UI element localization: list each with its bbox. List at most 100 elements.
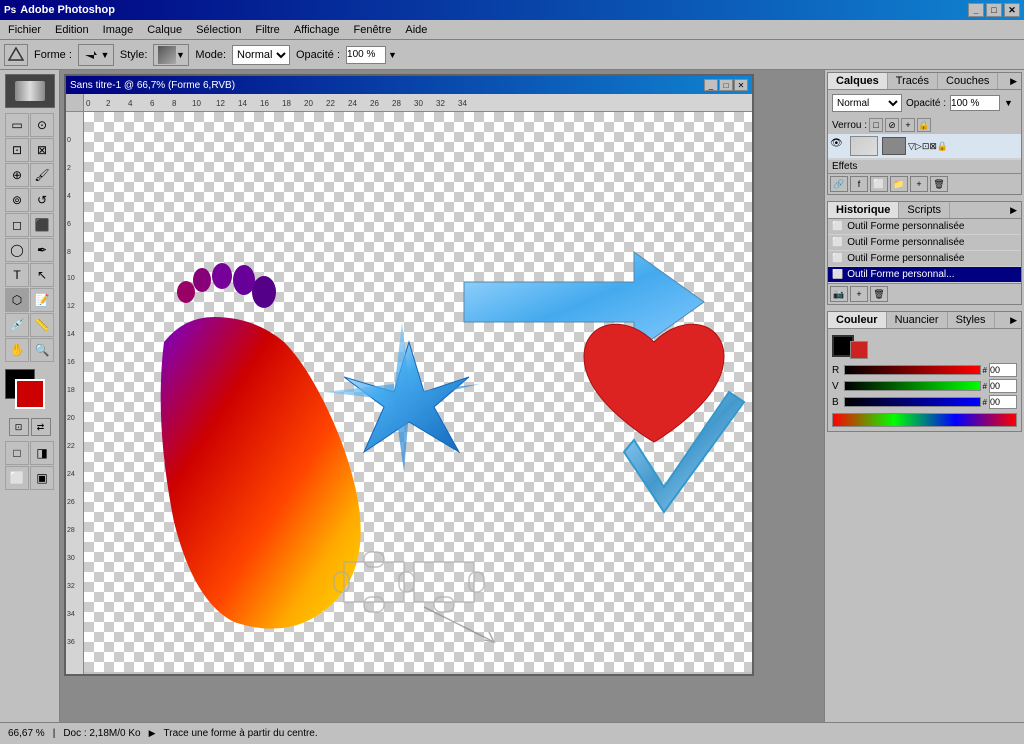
layer-item-0[interactable]: 👁 ▽▷⊡⊠🔒 bbox=[828, 134, 1021, 159]
layer-opacity-input[interactable] bbox=[950, 95, 1000, 111]
history-panel-arrow[interactable]: ▶ bbox=[1006, 205, 1021, 216]
tool-quickmask[interactable]: ◨ bbox=[30, 441, 54, 465]
minimize-button[interactable]: _ bbox=[968, 3, 984, 17]
maximize-button[interactable]: □ bbox=[986, 3, 1002, 17]
menu-aide[interactable]: Aide bbox=[399, 22, 433, 38]
tool-eyedropper[interactable]: 💉 bbox=[5, 313, 29, 337]
tool-fullscreen[interactable]: ▣ bbox=[30, 466, 54, 490]
history-item-0[interactable]: ⬜ Outil Forme personnalisée bbox=[828, 219, 1021, 235]
opacity-arrow[interactable]: ▼ bbox=[1004, 98, 1013, 108]
tool-history-brush[interactable]: ↺ bbox=[30, 188, 54, 212]
history-item-3[interactable]: ⬜ Outil Forme personnal... bbox=[828, 267, 1021, 283]
status-arrow[interactable]: ▶ bbox=[149, 728, 156, 739]
history-new-btn[interactable]: + bbox=[850, 286, 868, 302]
tool-standard-mode[interactable]: □ bbox=[5, 441, 29, 465]
tool-pen[interactable]: ✒ bbox=[30, 238, 54, 262]
mode-select[interactable]: Normal bbox=[232, 45, 290, 65]
tab-nuancier[interactable]: Nuancier bbox=[887, 312, 948, 328]
menu-affichage[interactable]: Affichage bbox=[288, 22, 346, 38]
ruler-vertical: 0 2 4 6 8 10 12 14 16 18 20 22 24 26 bbox=[66, 112, 84, 674]
layer-new-btn[interactable]: + bbox=[910, 176, 928, 192]
history-delete-btn[interactable]: 🗑 bbox=[870, 286, 888, 302]
layer-mask-btn[interactable]: ⬜ bbox=[870, 176, 888, 192]
tool-shape[interactable]: ⬡ bbox=[5, 288, 29, 312]
tab-traces[interactable]: Tracés bbox=[888, 73, 938, 89]
r-value-input[interactable]: 00 bbox=[989, 363, 1017, 377]
tool-hand[interactable]: ✋ bbox=[5, 338, 29, 362]
forme-picker[interactable]: ▼ bbox=[78, 44, 114, 66]
menu-selection[interactable]: Sélection bbox=[190, 22, 247, 38]
default-colors-btn[interactable]: ⊡ bbox=[9, 418, 29, 436]
layer-fx-btn[interactable]: f bbox=[850, 176, 868, 192]
tab-calques[interactable]: Calques bbox=[828, 73, 888, 89]
eye-icon-0[interactable]: 👁 bbox=[830, 138, 846, 154]
layer-link-btn[interactable]: 🔗 bbox=[830, 176, 848, 192]
tab-couleur[interactable]: Couleur bbox=[828, 312, 887, 328]
menu-fenetre[interactable]: Fenêtre bbox=[347, 22, 397, 38]
canvas-area[interactable]: Sans titre-1 @ 66,7% (Forme 6,RVB) _ □ ✕… bbox=[60, 70, 824, 722]
r-slider-track bbox=[844, 365, 981, 375]
layer-group-btn[interactable]: 📁 bbox=[890, 176, 908, 192]
doc-close[interactable]: ✕ bbox=[734, 79, 748, 91]
doc-maximize[interactable]: □ bbox=[719, 79, 733, 91]
history-item-2[interactable]: ⬜ Outil Forme personnalisée bbox=[828, 251, 1021, 267]
svg-text:30: 30 bbox=[67, 555, 75, 562]
opacite-input[interactable] bbox=[346, 46, 386, 64]
menu-fichier[interactable]: Fichier bbox=[2, 22, 47, 38]
tab-couches[interactable]: Couches bbox=[938, 73, 998, 89]
layer-thumb-0 bbox=[850, 136, 878, 156]
svg-text:32: 32 bbox=[67, 583, 75, 590]
forme-label: Forme : bbox=[34, 49, 72, 61]
menu-calque[interactable]: Calque bbox=[141, 22, 188, 38]
color-panel-arrow[interactable]: ▶ bbox=[1006, 315, 1021, 326]
tool-crop[interactable]: ⊡ bbox=[5, 138, 29, 162]
g-label: V bbox=[832, 381, 842, 392]
menu-edition[interactable]: Edition bbox=[49, 22, 95, 38]
style-picker[interactable]: ▼ bbox=[153, 44, 189, 66]
tab-historique[interactable]: Historique bbox=[828, 202, 899, 218]
tool-measure[interactable]: 📏 bbox=[30, 313, 54, 337]
tool-zoom[interactable]: 🔍 bbox=[30, 338, 54, 362]
tool-gradient[interactable]: ⬛ bbox=[30, 213, 54, 237]
history-snapshot-btn[interactable]: 📷 bbox=[830, 286, 848, 302]
menu-filtre[interactable]: Filtre bbox=[249, 22, 285, 38]
tool-clone[interactable]: ⊚ bbox=[5, 188, 29, 212]
lock-transparent[interactable]: □ bbox=[869, 118, 883, 132]
lock-position[interactable]: + bbox=[901, 118, 915, 132]
tab-scripts[interactable]: Scripts bbox=[899, 202, 950, 218]
tool-lasso[interactable]: ⊙ bbox=[30, 113, 54, 137]
lock-image[interactable]: ⊘ bbox=[885, 118, 899, 132]
tab-styles[interactable]: Styles bbox=[948, 312, 995, 328]
g-value-input[interactable]: 00 bbox=[989, 379, 1017, 393]
menu-image[interactable]: Image bbox=[97, 22, 140, 38]
close-button[interactable]: ✕ bbox=[1004, 3, 1020, 17]
zoom-level: 66,67 % bbox=[8, 728, 45, 739]
tool-text[interactable]: T bbox=[5, 263, 29, 287]
tool-eraser[interactable]: ◻ bbox=[5, 213, 29, 237]
layers-panel-arrow[interactable]: ▶ bbox=[1006, 76, 1021, 87]
main-layout: ▭ ⊙ ⊡ ⊠ ⊕ 🖌 ⊚ ↺ ◻ ⬛ ◯ ✒ T ↖ ⬡ 📝 bbox=[0, 70, 1024, 722]
color-spectrum-bar[interactable] bbox=[832, 413, 1017, 427]
canvas-content[interactable] bbox=[84, 112, 752, 672]
tool-path-select[interactable]: ↖ bbox=[30, 263, 54, 287]
layer-delete-btn[interactable]: 🗑 bbox=[930, 176, 948, 192]
tool-dodge[interactable]: ◯ bbox=[5, 238, 29, 262]
tool-marquee[interactable]: ▭ bbox=[5, 113, 29, 137]
svg-text:10: 10 bbox=[67, 275, 75, 282]
layer-mode-select[interactable]: Normal bbox=[832, 94, 902, 112]
tool-standard-screen[interactable]: ⬜ bbox=[5, 466, 29, 490]
swap-colors-btn[interactable]: ⇄ bbox=[31, 418, 51, 436]
bg-color-swatch[interactable] bbox=[850, 341, 868, 359]
g-slider-row: V # 00 bbox=[832, 379, 1017, 393]
history-item-1[interactable]: ⬜ Outil Forme personnalisée bbox=[828, 235, 1021, 251]
tool-heal[interactable]: ⊕ bbox=[5, 163, 29, 187]
tool-slice[interactable]: ⊠ bbox=[30, 138, 54, 162]
tool-brush[interactable]: 🖌 bbox=[30, 163, 54, 187]
b-value-input[interactable]: 00 bbox=[989, 395, 1017, 409]
tool-notes[interactable]: 📝 bbox=[30, 288, 54, 312]
foreground-color[interactable] bbox=[15, 379, 45, 409]
doc-minimize[interactable]: _ bbox=[704, 79, 718, 91]
lock-all[interactable]: 🔒 bbox=[917, 118, 931, 132]
opacite-arrow[interactable]: ▼ bbox=[388, 50, 397, 60]
document-window: Sans titre-1 @ 66,7% (Forme 6,RVB) _ □ ✕… bbox=[64, 74, 754, 676]
